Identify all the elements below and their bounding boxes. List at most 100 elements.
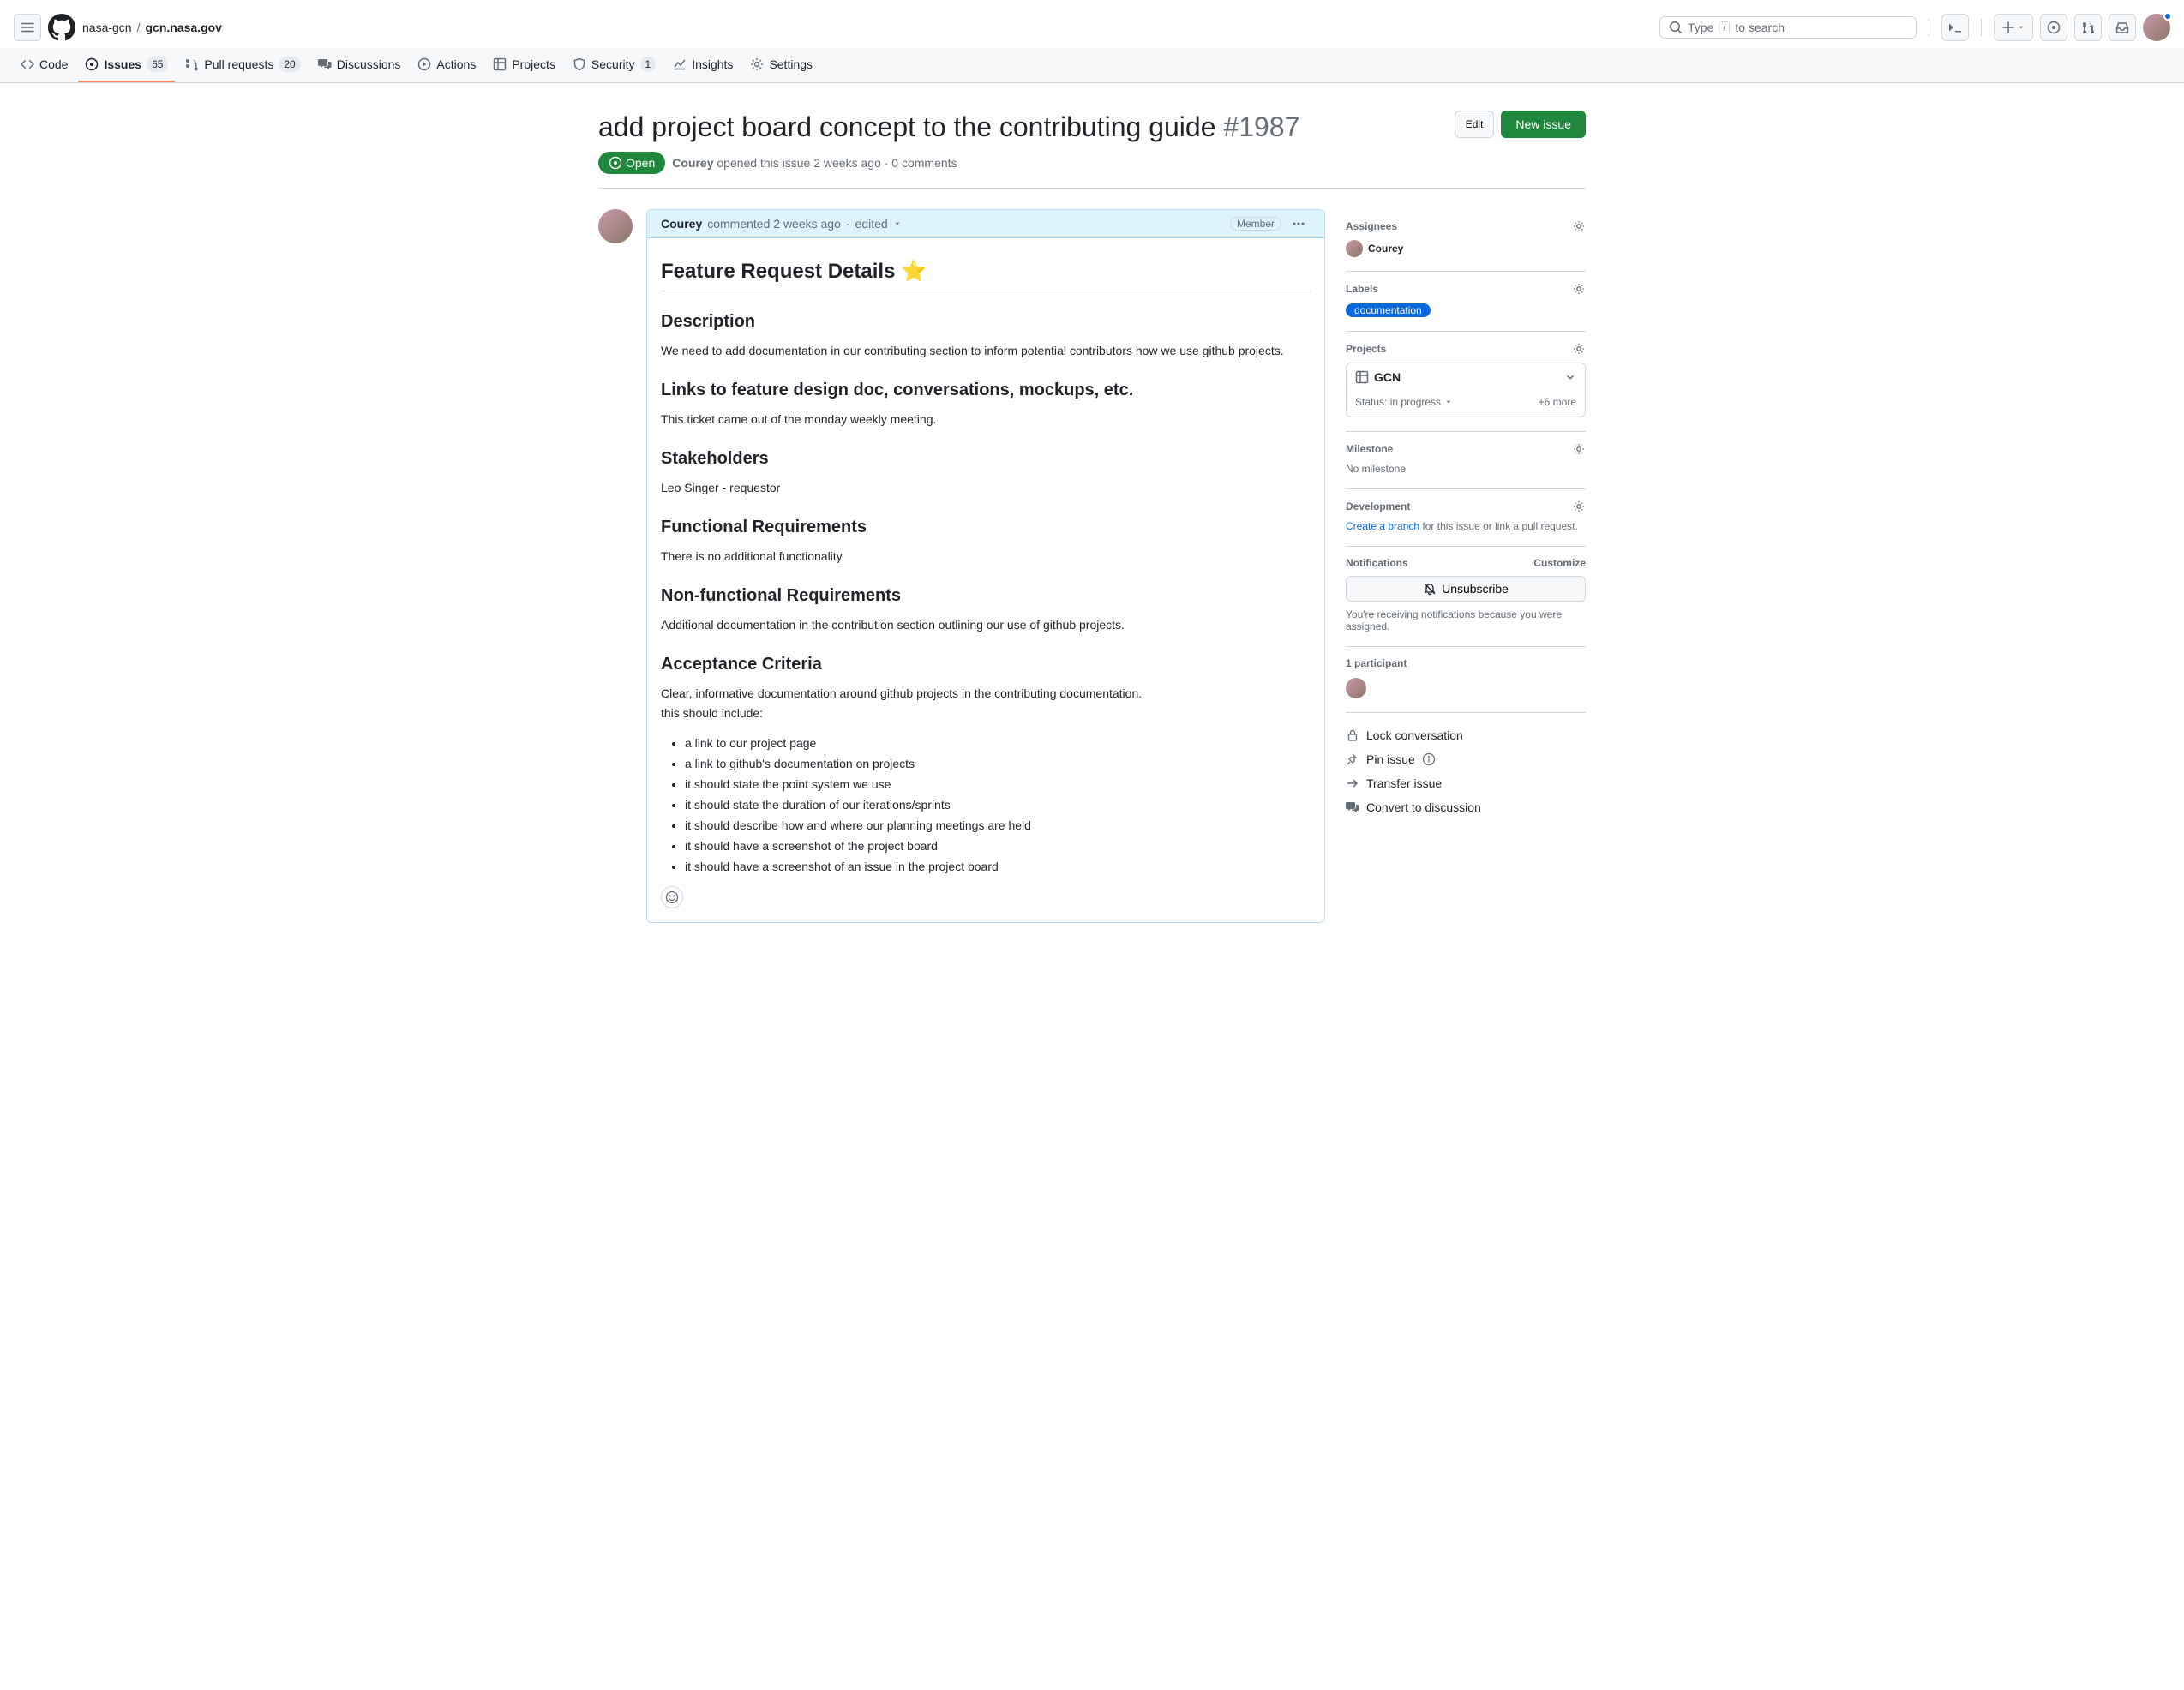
tab-code[interactable]: Code (14, 49, 75, 81)
projects-heading: Projects (1346, 343, 1386, 355)
edited-indicator[interactable]: edited (855, 217, 888, 231)
development-gear[interactable] (1572, 500, 1586, 513)
milestone-none: No milestone (1346, 463, 1586, 475)
member-badge: Member (1230, 217, 1281, 231)
github-logo[interactable] (48, 14, 75, 41)
assignees-heading: Assignees (1346, 220, 1397, 232)
tab-issues[interactable]: Issues 65 (78, 48, 175, 82)
assignees-gear[interactable] (1572, 219, 1586, 233)
create-new-button[interactable] (1994, 14, 2033, 41)
development-text: Create a branch for this issue or link a… (1346, 520, 1586, 532)
project-row[interactable]: GCN (1347, 363, 1585, 391)
tab-security[interactable]: Security 1 (566, 48, 663, 82)
acceptance-item: it should have a screenshot of an issue … (685, 858, 1311, 876)
tab-discussions[interactable]: Discussions (311, 49, 408, 81)
convert-discussion-link[interactable]: Convert to discussion (1346, 795, 1586, 819)
notifications-desc: You're receiving notifications because y… (1346, 608, 1586, 632)
unsubscribe-label: Unsubscribe (1442, 582, 1509, 596)
stakeholders-text: Leo Singer - requestor (661, 479, 1311, 497)
caret-down-icon (893, 219, 902, 228)
links-heading: Links to feature design doc, conversatio… (661, 381, 1311, 400)
hamburger-icon (21, 21, 34, 34)
notification-dot (2163, 12, 2172, 21)
edit-button[interactable]: Edit (1455, 111, 1495, 138)
gear-icon (750, 57, 764, 71)
hamburger-menu-button[interactable] (14, 14, 41, 41)
acceptance-item: it should have a screenshot of the proje… (685, 837, 1311, 855)
search-input[interactable]: Type / to search (1659, 16, 1917, 39)
command-palette-button[interactable] (1941, 14, 1969, 41)
issue-opened-icon (2047, 21, 2061, 34)
add-reaction-button[interactable] (661, 886, 683, 908)
acceptance-list: a link to our project pagea link to gith… (661, 734, 1311, 876)
project-more[interactable]: +6 more (1539, 396, 1576, 408)
tab-pull-requests[interactable]: Pull requests 20 (178, 48, 307, 82)
gear-icon (1572, 219, 1586, 233)
customize-link[interactable]: Customize (1533, 557, 1586, 569)
tab-actions[interactable]: Actions (411, 49, 483, 81)
participant-avatar[interactable] (1346, 678, 1366, 698)
code-icon (21, 57, 34, 71)
tab-settings[interactable]: Settings (743, 49, 819, 81)
milestone-gear[interactable] (1572, 442, 1586, 456)
acceptance-item: it should state the point system we use (685, 776, 1311, 794)
notifications-button[interactable] (2109, 14, 2136, 41)
projects-gear[interactable] (1572, 342, 1586, 356)
breadcrumb-separator: / (137, 21, 141, 34)
assignee-avatar (1346, 240, 1363, 257)
pin-issue-link[interactable]: Pin issue (1346, 747, 1586, 771)
gear-icon (1572, 342, 1586, 356)
transfer-issue-link[interactable]: Transfer issue (1346, 771, 1586, 795)
comment-header: Courey commented 2 weeks ago · edited Me… (647, 210, 1324, 238)
caret-down-icon (1444, 398, 1453, 406)
search-icon (1669, 21, 1683, 34)
breadcrumb-owner[interactable]: nasa-gcn (82, 21, 132, 34)
issue-author[interactable]: Courey (672, 156, 713, 170)
acceptance-item: it should state the duration of our iter… (685, 796, 1311, 814)
labels-gear[interactable] (1572, 282, 1586, 296)
unsubscribe-button[interactable]: Unsubscribe (1346, 576, 1586, 602)
comment-discussion-icon (318, 57, 332, 71)
issues-inbox-button[interactable] (2040, 14, 2067, 41)
new-issue-button[interactable]: New issue (1501, 111, 1586, 138)
nonfunctional-heading: Non-functional Requirements (661, 586, 1311, 606)
bell-slash-icon (1423, 582, 1437, 596)
chevron-down-icon[interactable] (1564, 371, 1576, 383)
tab-insights[interactable]: Insights (666, 49, 740, 81)
plus-icon (2001, 21, 2015, 34)
kebab-icon (1292, 217, 1305, 231)
gear-icon (1572, 500, 1586, 513)
comment-author[interactable]: Courey (661, 217, 702, 231)
acceptance-item: it should describe how and where our pla… (685, 817, 1311, 835)
tab-pulls-label: Pull requests (204, 57, 273, 71)
comment-avatar[interactable] (598, 209, 633, 243)
stakeholders-heading: Stakeholders (661, 449, 1311, 469)
issue-opened-icon (609, 156, 622, 170)
links-text: This ticket came out of the monday weekl… (661, 411, 1311, 428)
lock-conversation-link[interactable]: Lock conversation (1346, 723, 1586, 747)
acceptance-item: a link to github's documentation on proj… (685, 755, 1311, 773)
issue-sidebar: Assignees Courey Labels documentation Pr… (1346, 209, 1586, 923)
user-avatar[interactable] (2143, 14, 2170, 41)
lock-icon (1346, 728, 1359, 742)
breadcrumb-repo[interactable]: gcn.nasa.gov (145, 21, 221, 34)
tab-insights-label: Insights (692, 57, 733, 71)
tab-projects[interactable]: Projects (486, 49, 562, 81)
gear-icon (1572, 282, 1586, 296)
state-text: Open (626, 156, 655, 170)
smiley-icon (665, 890, 679, 904)
label-documentation[interactable]: documentation (1346, 303, 1431, 317)
assignee-row[interactable]: Courey (1346, 240, 1586, 257)
project-status[interactable]: Status: in progress (1355, 396, 1441, 408)
issue-title: add project board concept to the contrib… (598, 111, 1299, 143)
caret-down-icon (2017, 23, 2025, 32)
comment-actions-menu[interactable] (1287, 217, 1311, 231)
create-branch-link[interactable]: Create a branch (1346, 520, 1419, 532)
table-icon (1355, 370, 1369, 384)
git-pull-request-icon (2081, 21, 2095, 34)
issue-number: #1987 (1223, 111, 1299, 142)
shield-icon (573, 57, 586, 71)
milestone-heading: Milestone (1346, 443, 1393, 455)
pull-requests-button[interactable] (2074, 14, 2102, 41)
issue-state-badge: Open (598, 152, 665, 174)
